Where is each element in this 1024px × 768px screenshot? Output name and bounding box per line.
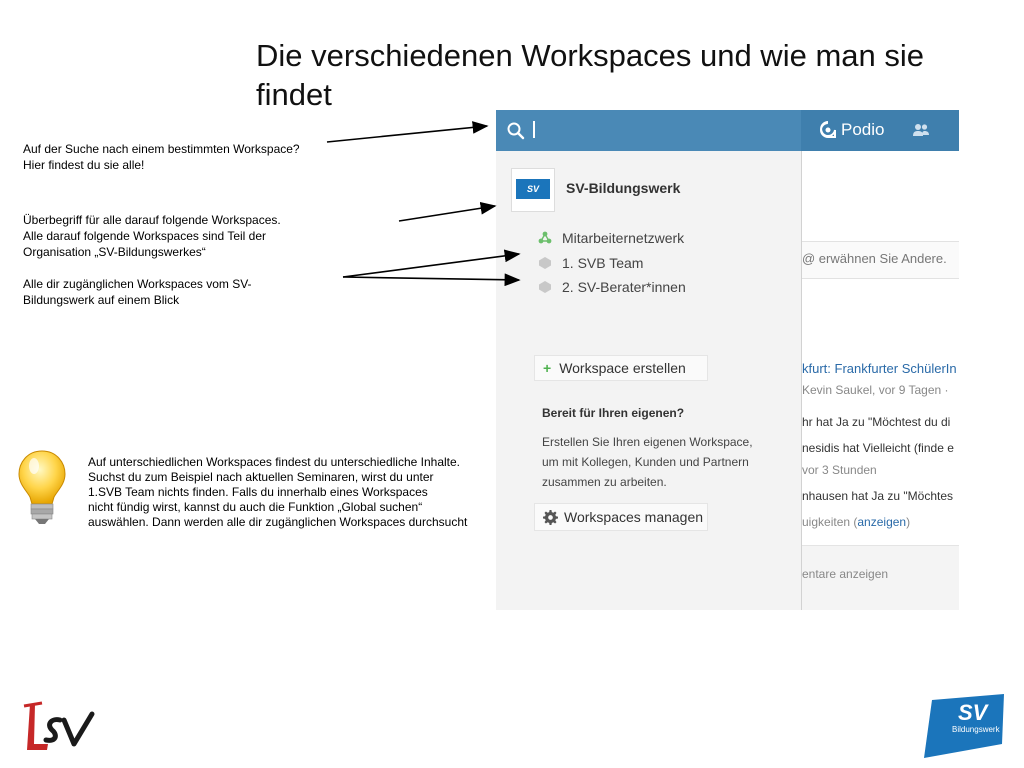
ready-text-line-2: um mit Kollegen, Kunden und Partnern	[542, 455, 749, 469]
arrow-to-org	[398, 201, 497, 222]
note-accessible: Alle dir zugänglichen Workspaces vom SV-…	[23, 276, 343, 308]
show-comments-bar[interactable]: entare anzeigen	[802, 545, 959, 610]
workspace-dropdown: SV SV-Bildungswerk Mitarbeiternetzwerk 1…	[496, 151, 802, 610]
manage-workspaces-button[interactable]: Workspaces managen	[534, 503, 708, 531]
workspace-label: 2. SV-Berater*innen	[562, 279, 686, 295]
note-umbrella: Überbegriff für alle darauf folgende Wor…	[23, 212, 343, 260]
feed-item-link[interactable]: kfurt: Frankfurter SchülerIn	[802, 361, 957, 376]
arrow-to-workspace-1	[342, 249, 521, 278]
feed-item-text: nesidis hat Vielleicht (finde e	[802, 441, 954, 455]
ready-text-line-3: zusammen zu arbeiten.	[542, 475, 667, 489]
mention-placeholder: @ erwähnen Sie Andere.	[802, 251, 947, 266]
create-workspace-button[interactable]: + Workspace erstellen	[534, 355, 708, 381]
podio-screenshot: Podio SV SV-Bildungswerk Mitarbeiternetz…	[496, 110, 959, 610]
slide-title: Die verschiedenen Workspaces und wie man…	[256, 38, 924, 112]
lightbulb-icon	[18, 450, 66, 524]
workspace-icon	[539, 257, 551, 269]
search-icon[interactable]	[506, 121, 526, 141]
activity-feed: @ erwähnen Sie Andere. kfurt: Frankfurte…	[802, 151, 959, 610]
note-search-line-1: Auf der Suche nach einem bestimmten Work…	[23, 142, 300, 156]
workspace-label: 1. SVB Team	[562, 255, 644, 271]
feed-item-meta: vor 3 Stunden	[802, 463, 877, 477]
podio-mark-icon	[820, 121, 836, 138]
note-umbrella-line-1: Überbegriff für alle darauf folgende Wor…	[23, 213, 281, 227]
ready-text: Erstellen Sie Ihren eigenen Workspace, u…	[542, 432, 782, 492]
show-updates-link[interactable]: anzeigen	[857, 515, 906, 529]
gear-icon	[543, 509, 558, 525]
workspace-item-mitarbeiternetzwerk[interactable]: Mitarbeiternetzwerk	[538, 230, 684, 246]
org-logo-mark: SV	[516, 179, 550, 199]
updates-close: )	[906, 515, 911, 529]
podio-logo[interactable]: Podio	[819, 119, 884, 141]
note-umbrella-line-3: Organisation „SV-Bildungswerkes“	[23, 245, 206, 259]
podio-topbar: Podio	[496, 110, 959, 151]
show-comments-label: entare anzeigen	[802, 567, 889, 581]
arrow-to-workspace-2	[342, 273, 521, 287]
ready-text-line-1: Erstellen Sie Ihren eigenen Workspace,	[542, 435, 753, 449]
create-workspace-label: Workspace erstellen	[559, 360, 686, 376]
note-tip-line-2: Suchst du zum Beispiel nach aktuellen Se…	[88, 470, 434, 484]
search-bar[interactable]	[496, 110, 801, 151]
feed-item-text: hr hat Ja zu "Möchtest du di	[802, 415, 951, 429]
feed-item-meta: Kevin Saukel, vor 9 Tagen ·	[802, 383, 949, 397]
note-umbrella-line-2: Alle darauf folgende Workspaces sind Tei…	[23, 229, 267, 243]
workspace-label: Mitarbeiternetzwerk	[562, 230, 685, 246]
org-logo[interactable]: SV	[511, 168, 555, 212]
lsv-logo	[23, 701, 95, 750]
people-icon[interactable]	[912, 122, 930, 138]
sv-bildungswerk-logo: SV Bildungswerk	[922, 694, 1006, 758]
note-tip-line-4: nicht fündig wirst, kannst du auch die F…	[88, 500, 423, 514]
note-tip-line-5: auswählen. Dann werden alle dir zugängli…	[88, 515, 468, 529]
search-cursor	[533, 121, 535, 138]
updates-text: uigkeiten (	[802, 515, 858, 529]
note-tip-line-1: Auf unterschiedlichen Workspaces findest…	[88, 455, 460, 469]
feed-item-text: nhausen hat Ja zu "Möchtes	[802, 489, 954, 503]
network-icon	[538, 231, 552, 244]
workspace-item-sv-berater[interactable]: 2. SV-Berater*innen	[538, 279, 686, 295]
podio-header-right: Podio	[801, 110, 959, 151]
note-tip: Auf unterschiedlichen Workspaces findest…	[88, 455, 508, 530]
sv-logo-subtext: Bildungswerk	[952, 725, 1000, 734]
workspace-icon	[539, 281, 551, 293]
note-search-line-2: Hier findest du sie alle!	[23, 158, 145, 172]
plus-icon: +	[543, 360, 552, 376]
mention-input[interactable]: @ erwähnen Sie Andere.	[802, 241, 959, 279]
updates-line: uigkeiten (anzeigen)	[802, 515, 910, 529]
note-accessible-line-1: Alle dir zugänglichen Workspaces vom SV-	[23, 277, 252, 291]
sv-logo-text: SV	[958, 700, 988, 725]
org-name[interactable]: SV-Bildungswerk	[566, 180, 680, 196]
manage-workspaces-label: Workspaces managen	[564, 509, 704, 525]
workspace-item-svb-team[interactable]: 1. SVB Team	[538, 255, 643, 271]
ready-title: Bereit für Ihren eigenen?	[542, 406, 685, 420]
arrow-to-search	[326, 121, 489, 143]
note-tip-line-3: 1.SVB Team nichts finden. Falls du inner…	[88, 485, 428, 499]
podio-brand-label: Podio	[841, 120, 885, 139]
note-accessible-line-2: Bildungswerk auf einem Blick	[23, 293, 180, 307]
note-search: Auf der Suche nach einem bestimmten Work…	[23, 141, 343, 173]
